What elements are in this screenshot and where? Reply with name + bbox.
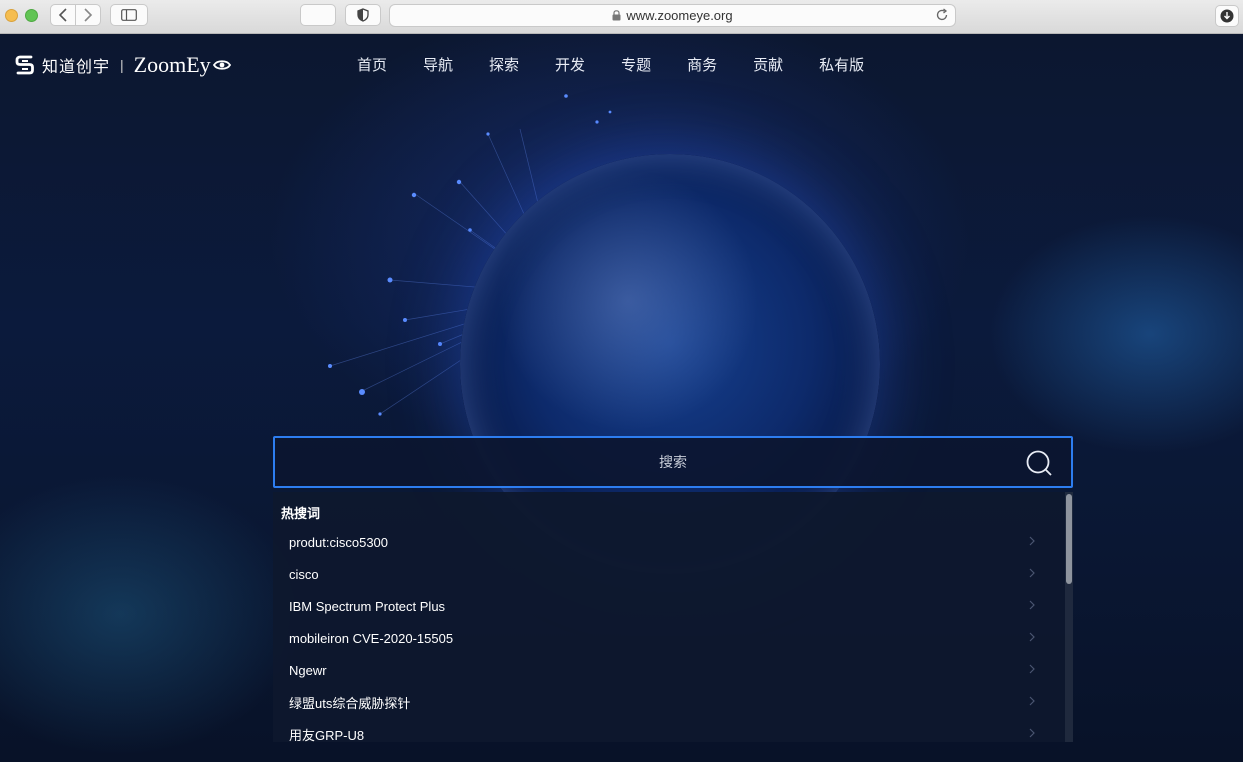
nav-item-topics[interactable]: 专题 bbox=[621, 54, 651, 75]
eye-icon bbox=[212, 60, 231, 70]
download-icon bbox=[1220, 9, 1234, 23]
nav-item-explore[interactable]: 探索 bbox=[489, 54, 519, 75]
chevron-right-icon bbox=[1029, 568, 1035, 578]
nav-item-home[interactable]: 首页 bbox=[357, 54, 387, 75]
url-text: www.zoomeye.org bbox=[626, 8, 733, 23]
knownsec-logo-icon bbox=[15, 55, 34, 75]
hot-search-item[interactable]: Ngewr bbox=[273, 654, 1065, 686]
logo-separator: | bbox=[120, 57, 124, 73]
hot-search-item[interactable]: IBM Spectrum Protect Plus bbox=[273, 590, 1065, 622]
main-nav: 首页 导航 探索 开发 专题 商务 贡献 私有版 bbox=[357, 54, 900, 75]
hot-search-list: produt:cisco5300 cisco IBM Spectrum Prot… bbox=[273, 526, 1065, 742]
hot-search-item-label: 用友GRP-U8 bbox=[289, 727, 365, 743]
page-content: 知道创宇 | ZoomEy 首页 导航 探索 开发 专题 商务 贡献 私有版 热… bbox=[0, 34, 1243, 762]
hot-search-item-label: 绿盟uts综合威胁探针 bbox=[289, 695, 411, 711]
chevron-right-icon bbox=[1029, 632, 1035, 642]
chevron-right-icon bbox=[1029, 728, 1035, 738]
logo-zoomeye-name: ZoomEy bbox=[133, 52, 211, 77]
downloads-button[interactable] bbox=[1215, 5, 1239, 27]
nav-item-develop[interactable]: 开发 bbox=[555, 54, 585, 75]
zoom-window-button[interactable] bbox=[25, 9, 38, 22]
sidebar-icon bbox=[121, 9, 137, 21]
nav-item-private[interactable]: 私有版 bbox=[819, 54, 864, 75]
address-bar[interactable]: www.zoomeye.org bbox=[389, 4, 956, 27]
back-button[interactable] bbox=[50, 4, 76, 26]
browser-toolbar: www.zoomeye.org bbox=[0, 0, 1243, 34]
nav-item-navigation[interactable]: 导航 bbox=[423, 54, 453, 75]
chevron-right-icon bbox=[1029, 664, 1035, 674]
hot-search-dropdown: 热搜词 produt:cisco5300 cisco IBM Spectrum … bbox=[273, 492, 1073, 742]
privacy-report-button[interactable] bbox=[345, 4, 381, 26]
sidebar-toggle-button[interactable] bbox=[110, 4, 148, 26]
hot-search-item-label: cisco bbox=[289, 566, 319, 582]
forward-button[interactable] bbox=[75, 4, 101, 26]
logo-chinese-name: 知道创宇 bbox=[42, 59, 111, 76]
chevron-right-icon bbox=[1029, 536, 1035, 546]
hot-search-item-label: produt:cisco5300 bbox=[289, 534, 389, 550]
nav-item-business[interactable]: 商务 bbox=[687, 54, 717, 75]
hot-search-item[interactable]: 绿盟uts综合威胁探针 bbox=[273, 686, 1065, 718]
hot-search-item[interactable]: produt:cisco5300 bbox=[273, 526, 1065, 558]
site-header: 知道创宇 | ZoomEy 首页 导航 探索 开发 专题 商务 贡献 私有版 bbox=[0, 34, 1243, 94]
scrollbar-thumb[interactable] bbox=[1066, 494, 1072, 584]
dropdown-scrollbar[interactable] bbox=[1065, 492, 1073, 742]
hot-search-item[interactable]: cisco bbox=[273, 558, 1065, 590]
hot-search-item[interactable]: 用友GRP-U8 bbox=[273, 718, 1065, 742]
hot-search-item-label: Ngewr bbox=[289, 662, 327, 678]
chevron-right-icon bbox=[1029, 696, 1035, 706]
search-input[interactable] bbox=[275, 438, 1071, 486]
hot-search-title: 热搜词 bbox=[281, 506, 321, 521]
toolbar-blank-button[interactable] bbox=[300, 4, 336, 26]
chevron-right-icon bbox=[1029, 600, 1035, 610]
chevron-left-icon bbox=[58, 8, 67, 22]
nav-item-contribute[interactable]: 贡献 bbox=[753, 54, 783, 75]
reload-icon[interactable] bbox=[935, 8, 949, 22]
search-box bbox=[273, 436, 1073, 488]
hot-search-item-label: mobileiron CVE-2020-15505 bbox=[289, 630, 454, 646]
chevron-right-icon bbox=[84, 8, 93, 22]
lock-icon bbox=[612, 10, 621, 21]
search-icon[interactable] bbox=[1025, 449, 1053, 477]
hot-search-item-label: IBM Spectrum Protect Plus bbox=[289, 598, 446, 614]
shield-icon bbox=[357, 8, 369, 22]
minimize-window-button[interactable] bbox=[5, 9, 18, 22]
hot-search-item[interactable]: mobileiron CVE-2020-15505 bbox=[273, 622, 1065, 654]
site-logo[interactable]: 知道创宇 | ZoomEy bbox=[14, 52, 231, 78]
